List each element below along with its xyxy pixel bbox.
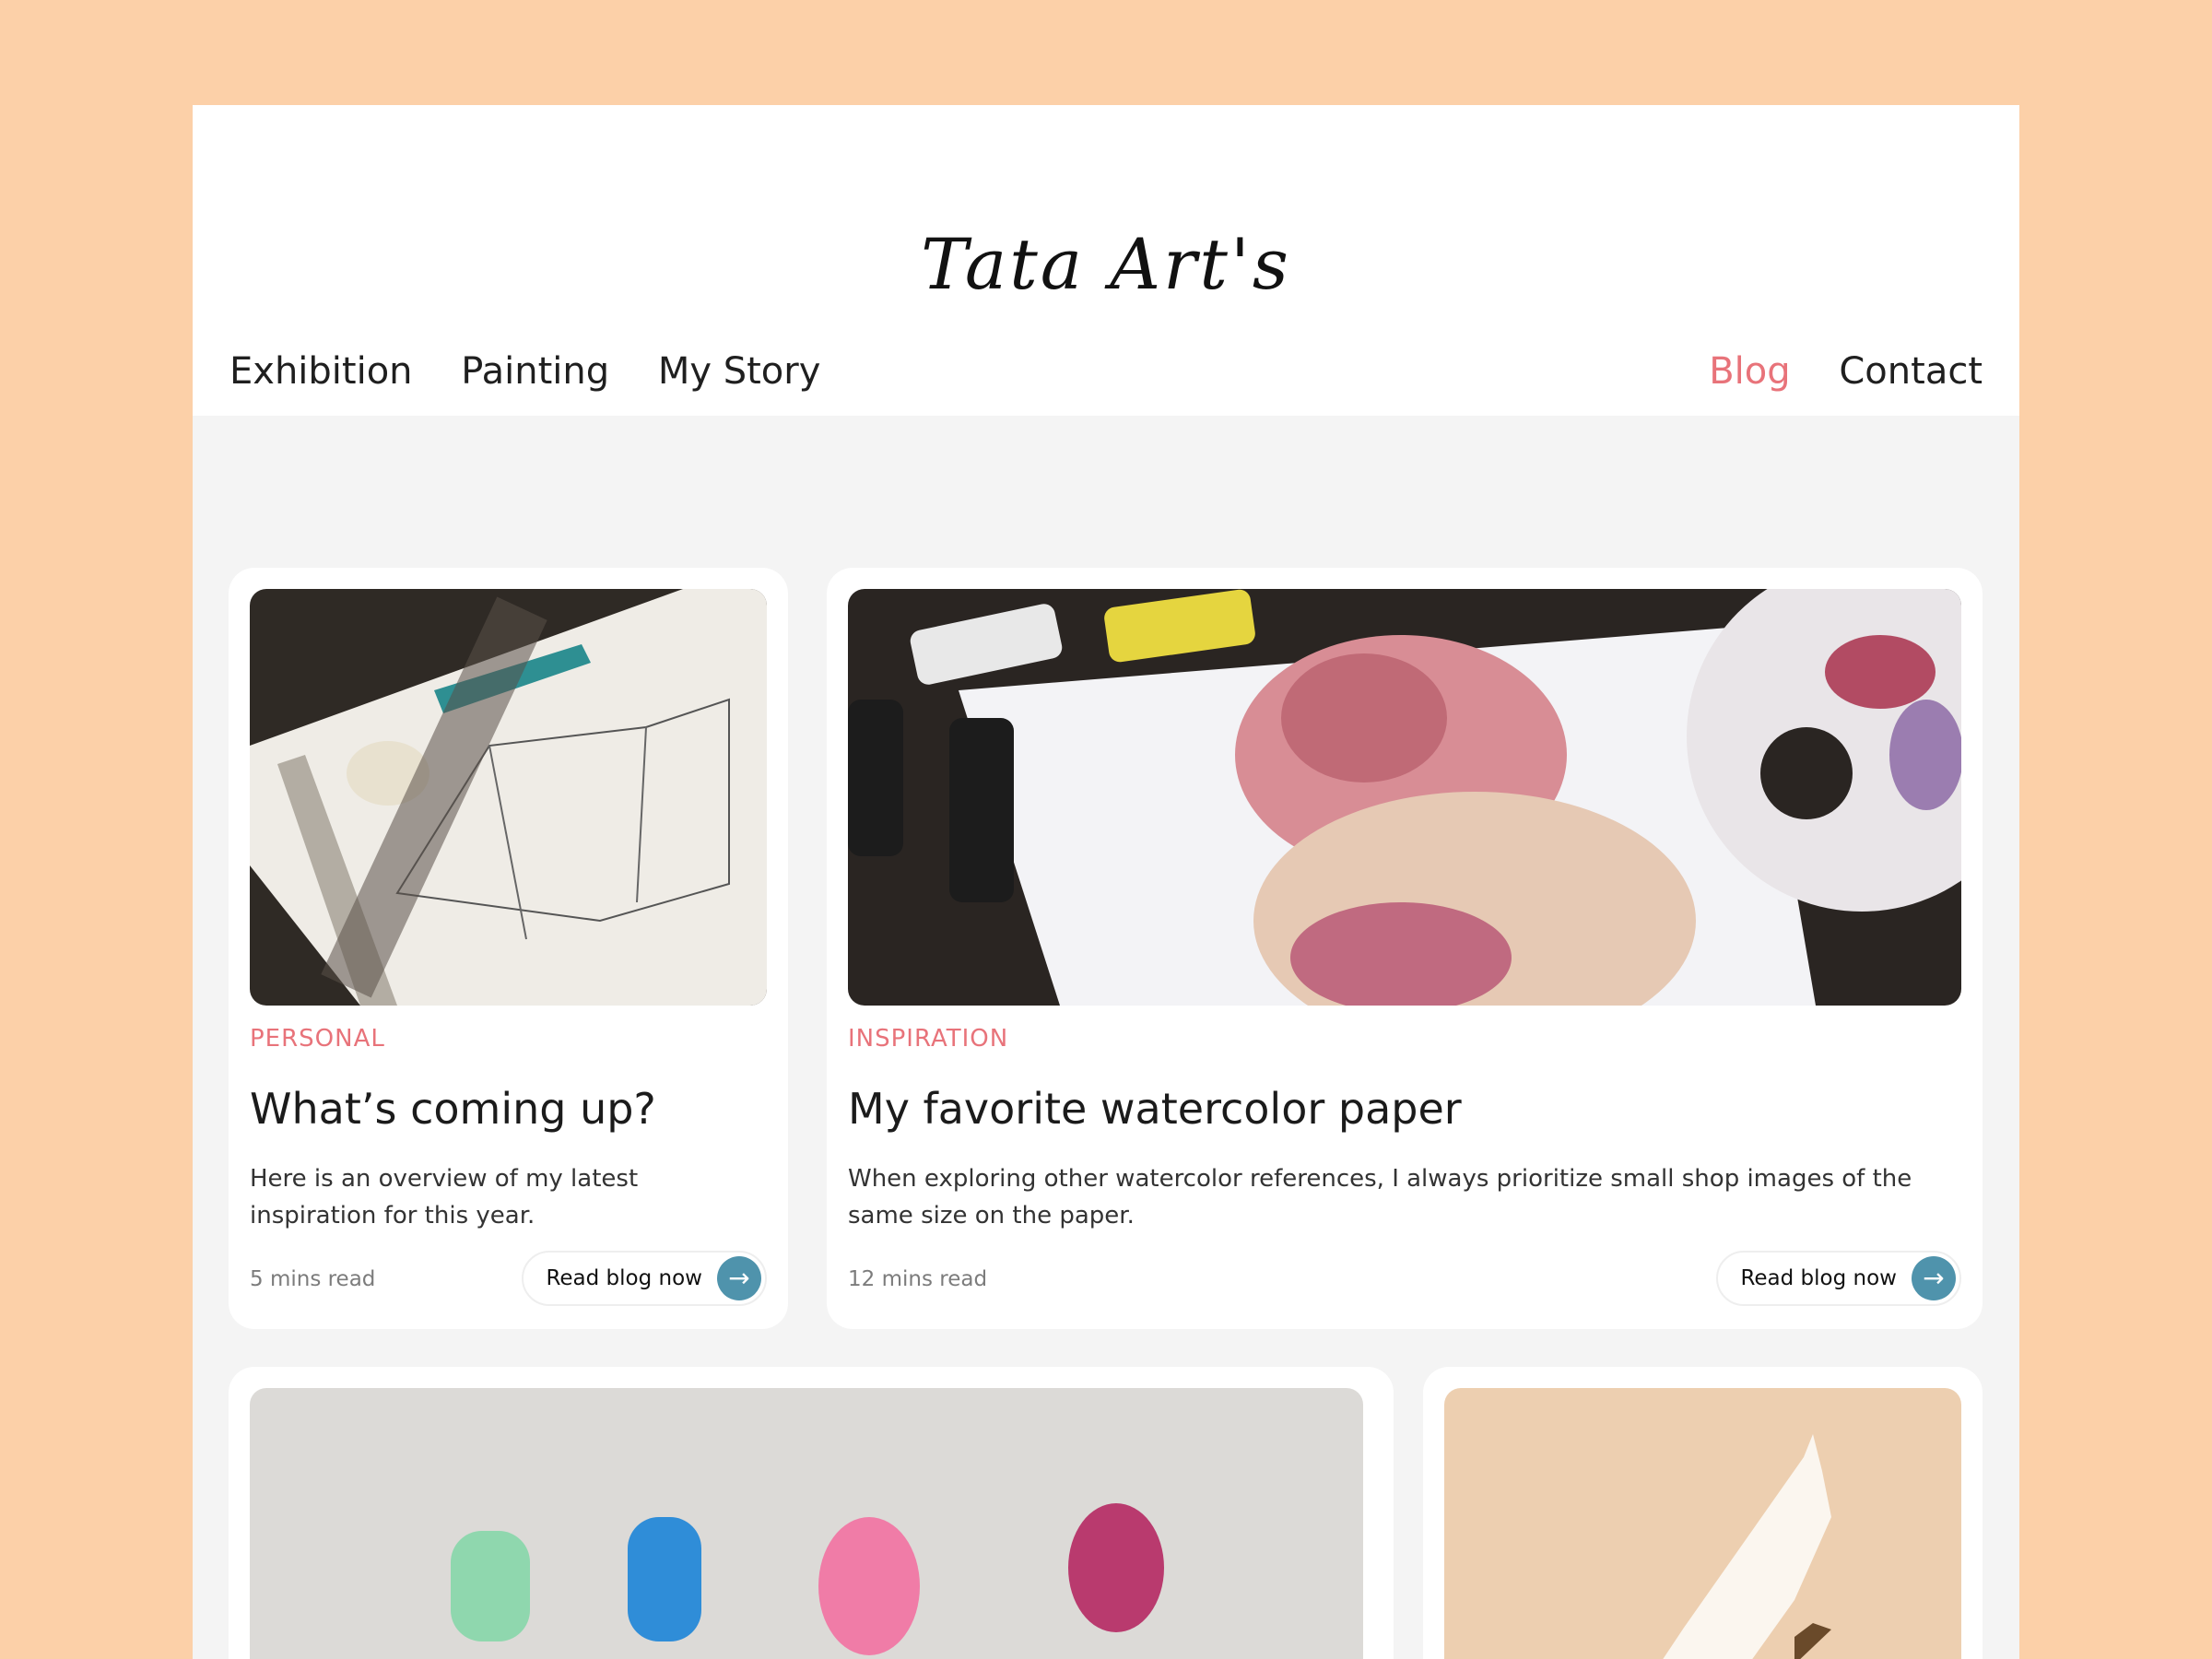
nav-painting[interactable]: Painting xyxy=(461,350,609,393)
arrow-right-icon: → xyxy=(1912,1256,1956,1300)
blog-card-paint-swatches[interactable] xyxy=(229,1367,1394,1659)
cream-paint-photo[interactable] xyxy=(1444,1388,1961,1659)
read-blog-button[interactable]: Read blog now → xyxy=(522,1251,767,1306)
nav-my-story[interactable]: My Story xyxy=(658,350,821,393)
sketch-illustration xyxy=(250,589,767,1006)
blog-card-cream-paint[interactable] xyxy=(1423,1367,1983,1659)
browser-frame: Tata Art's Exhibition Painting My Story … xyxy=(193,105,2019,1659)
read-time: 5 mins read xyxy=(250,1267,376,1291)
nav-exhibition[interactable]: Exhibition xyxy=(229,350,413,393)
watercolor-photo[interactable] xyxy=(848,589,1961,1006)
post-excerpt: When exploring other watercolor referenc… xyxy=(848,1165,1912,1230)
nav-blog[interactable]: Blog xyxy=(1709,350,1790,393)
site-logo[interactable]: Tata Art's xyxy=(193,223,2019,305)
read-blog-button-label: Read blog now xyxy=(546,1266,702,1290)
arrow-right-icon: → xyxy=(717,1256,761,1300)
nav-contact[interactable]: Contact xyxy=(1839,350,1983,393)
post-category[interactable]: INSPIRATION xyxy=(848,1025,1008,1053)
post-title[interactable]: My favorite watercolor paper xyxy=(848,1084,1462,1134)
paint-swatches-illustration xyxy=(250,1388,1363,1659)
blog-card-inspiration[interactable]: INSPIRATION My favorite watercolor paper… xyxy=(827,568,1983,1329)
read-blog-button-label: Read blog now xyxy=(1740,1266,1897,1290)
post-title[interactable]: What’s coming up? xyxy=(250,1084,656,1134)
read-time: 12 mins read xyxy=(848,1267,988,1291)
primary-nav: Exhibition Painting My Story xyxy=(229,350,857,393)
read-blog-button[interactable]: Read blog now → xyxy=(1716,1251,1961,1306)
paint-swatches-photo[interactable] xyxy=(250,1388,1363,1659)
watercolor-illustration xyxy=(848,589,1961,1006)
cream-paint-illustration xyxy=(1444,1388,1961,1659)
secondary-nav: Blog Contact xyxy=(1672,350,1983,393)
site-header: Tata Art's Exhibition Painting My Story … xyxy=(193,105,2019,416)
sketch-photo[interactable] xyxy=(250,589,767,1006)
blog-card-personal[interactable]: PERSONAL What’s coming up? Here is an ov… xyxy=(229,568,788,1329)
post-excerpt: Here is an overview of my latest inspira… xyxy=(250,1165,639,1230)
post-category[interactable]: PERSONAL xyxy=(250,1025,385,1053)
